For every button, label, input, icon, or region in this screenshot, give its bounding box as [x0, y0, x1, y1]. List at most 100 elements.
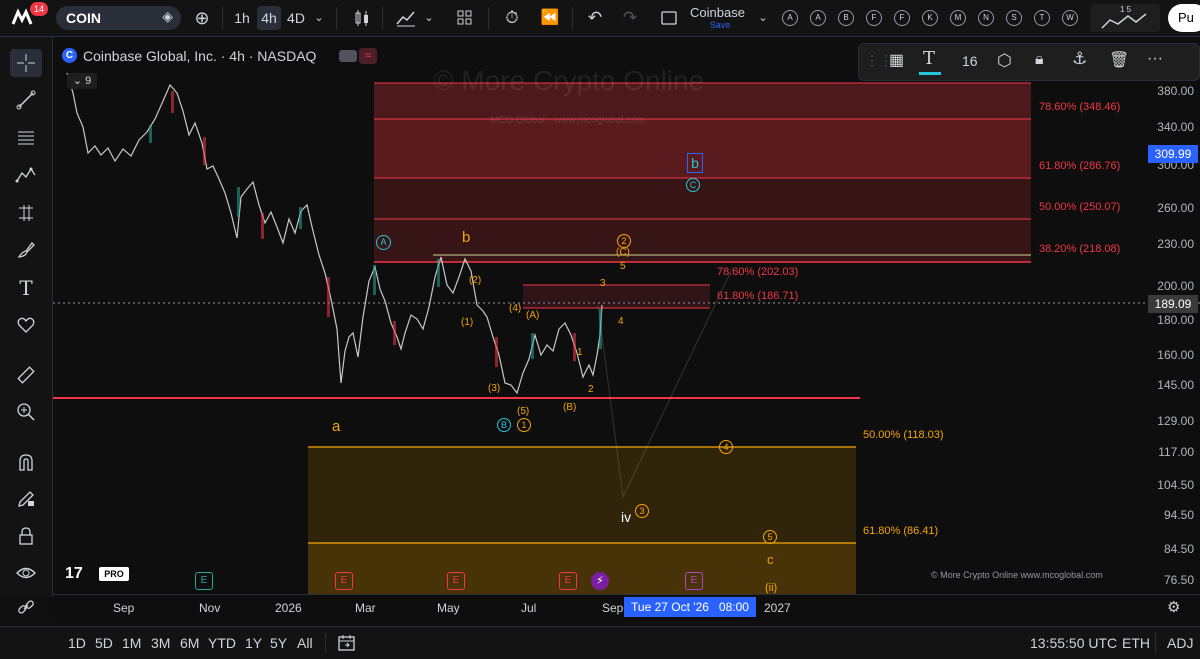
chevron-down-icon[interactable]: ⌄	[422, 6, 436, 30]
text-tool-icon[interactable]: T	[10, 274, 42, 302]
calendar-range-icon[interactable]	[337, 633, 357, 658]
range-1m[interactable]: 1M	[122, 635, 141, 651]
layout-grid-icon[interactable]	[453, 6, 477, 30]
wave-label: (2)	[469, 275, 482, 286]
more-icon[interactable]: ···	[1147, 50, 1163, 68]
indicator-status-icon[interactable]: ≈	[359, 48, 377, 64]
alert-letter[interactable]: K	[922, 10, 938, 26]
chart-pane[interactable]: © More Crypto Online MCO Global - www.mc…	[53, 37, 1200, 594]
alert-letter[interactable]: W	[1062, 10, 1078, 26]
range-ytd[interactable]: YTD	[208, 635, 236, 651]
alert-letter[interactable]: B	[838, 10, 854, 26]
alert-letter[interactable]: F	[866, 10, 882, 26]
replay-icon[interactable]: ⏪	[538, 6, 562, 30]
zoom-in-icon[interactable]	[10, 398, 42, 426]
timeframe-4d[interactable]: 4D	[284, 6, 308, 30]
collapse-legend-icon[interactable]	[339, 50, 357, 62]
alert-letter[interactable]: S	[1006, 10, 1022, 26]
chevron-down-icon[interactable]: ⌄	[312, 6, 326, 30]
trash-icon[interactable]: 🗑︎	[1109, 50, 1129, 70]
range-5d[interactable]: 5D	[95, 635, 113, 651]
publish-button[interactable]: Pu	[1168, 4, 1200, 32]
earnings-marker-icon[interactable]: E	[447, 572, 465, 590]
compare-diamond-icon[interactable]: ◈	[162, 8, 173, 25]
watermark-subtitle: MCO Global - www.mcoglobal.com	[490, 115, 646, 126]
pencil-lock-icon[interactable]	[10, 485, 42, 513]
lightning-event-icon[interactable]: ⚡︎	[591, 572, 609, 590]
timeframe-4h[interactable]: 4h	[257, 6, 281, 30]
time-axis[interactable]: Sep Nov 2026 Mar May Jul Sep Tue 27 Oct …	[53, 594, 1200, 621]
wave-label: (A)	[526, 310, 540, 321]
chevron-down-icon[interactable]: ⌄	[756, 6, 770, 30]
price-tick: 145.00	[1157, 378, 1194, 392]
range-all[interactable]: All	[297, 635, 313, 651]
chart-settings-icon[interactable]: ⚙︎	[1167, 598, 1180, 616]
alert-letter[interactable]: N	[978, 10, 994, 26]
redo-icon[interactable]: ↷	[619, 6, 641, 30]
magnet-icon[interactable]	[10, 448, 42, 476]
wave-label: A	[376, 235, 391, 250]
adjust-toggle[interactable]: ADJ	[1167, 635, 1193, 651]
price-tick: 260.00	[1157, 201, 1194, 215]
undo-icon[interactable]: ↶	[584, 6, 606, 30]
text-color-icon[interactable]: T	[923, 48, 935, 69]
chart-title[interactable]: Coinbase Global, Inc. · 4h · NASDAQ	[83, 48, 316, 64]
clock-timezone[interactable]: 13:55:50 UTC	[1030, 635, 1117, 651]
small-fib-zone	[523, 285, 710, 308]
earnings-marker-icon[interactable]: E	[685, 572, 703, 590]
time-tick: Sep	[113, 601, 135, 615]
fib-retracement-icon[interactable]	[10, 124, 42, 152]
font-size-value[interactable]: 16	[962, 53, 978, 69]
fullscreen-box-icon[interactable]	[658, 6, 680, 30]
divider	[336, 7, 337, 29]
watermark-title: © More Crypto Online	[433, 65, 705, 96]
lock-icon[interactable]: 🔒︎	[1035, 51, 1044, 69]
trendline-icon[interactable]	[10, 86, 42, 114]
template-icon[interactable]: ▦	[889, 50, 904, 70]
earnings-marker-icon[interactable]: E	[195, 572, 213, 590]
alert-letter[interactable]: T	[1034, 10, 1050, 26]
divider	[222, 7, 223, 29]
ruler-icon[interactable]	[10, 361, 42, 389]
alert-clock-icon[interactable]: ⏱	[500, 6, 524, 30]
session-label[interactable]: ETH	[1122, 635, 1150, 651]
timeframe-1h[interactable]: 1h	[230, 6, 254, 30]
range-1y[interactable]: 1Y	[245, 635, 262, 651]
anchor-icon[interactable]: ⚓︎	[1072, 49, 1087, 69]
range-6m[interactable]: 6M	[180, 635, 199, 651]
symbol-search[interactable]: COIN ◈	[56, 6, 181, 30]
settings-icon[interactable]: ⬡	[997, 51, 1012, 71]
alert-letter[interactable]: A	[782, 10, 798, 26]
price-tick: 180.00	[1157, 313, 1194, 327]
lock-icon[interactable]	[10, 522, 42, 550]
candles-icon[interactable]	[350, 6, 374, 30]
price-tick: 160.00	[1157, 348, 1194, 362]
wave-label: (C)	[616, 247, 630, 258]
wave-label: 4	[618, 316, 624, 327]
indicators-toggle[interactable]: ⌄ 9	[67, 73, 97, 89]
indicator-chip[interactable]: 1 5	[1090, 4, 1160, 32]
crosshair-icon[interactable]	[10, 49, 42, 77]
fib-label: 50.00% (118.03)	[863, 429, 944, 441]
add-compare-icon[interactable]: ⊕	[190, 6, 214, 30]
earnings-marker-icon[interactable]: E	[559, 572, 577, 590]
brush-pattern-icon[interactable]	[10, 199, 42, 227]
range-1d[interactable]: 1D	[68, 635, 86, 651]
alert-letter[interactable]: M	[950, 10, 966, 26]
link-icon[interactable]	[10, 593, 42, 621]
range-3m[interactable]: 3M	[151, 635, 170, 651]
eye-icon[interactable]	[10, 559, 42, 587]
wave-label: (3)	[488, 383, 501, 394]
earnings-marker-icon[interactable]: E	[335, 572, 353, 590]
price-tick: 340.00	[1157, 120, 1194, 134]
fib-label: 61.80% (186.71)	[717, 290, 799, 302]
indicators-icon[interactable]	[393, 6, 419, 30]
alert-letter[interactable]: F	[894, 10, 910, 26]
indicator-count: 9	[85, 75, 92, 87]
layout-save[interactable]: Coinbase Save	[690, 5, 750, 30]
alert-letter[interactable]: A	[810, 10, 826, 26]
range-5y[interactable]: 5Y	[270, 635, 287, 651]
heart-icon[interactable]	[10, 311, 42, 339]
elliott-wave-icon[interactable]	[10, 161, 42, 189]
brush-icon[interactable]	[10, 236, 42, 264]
